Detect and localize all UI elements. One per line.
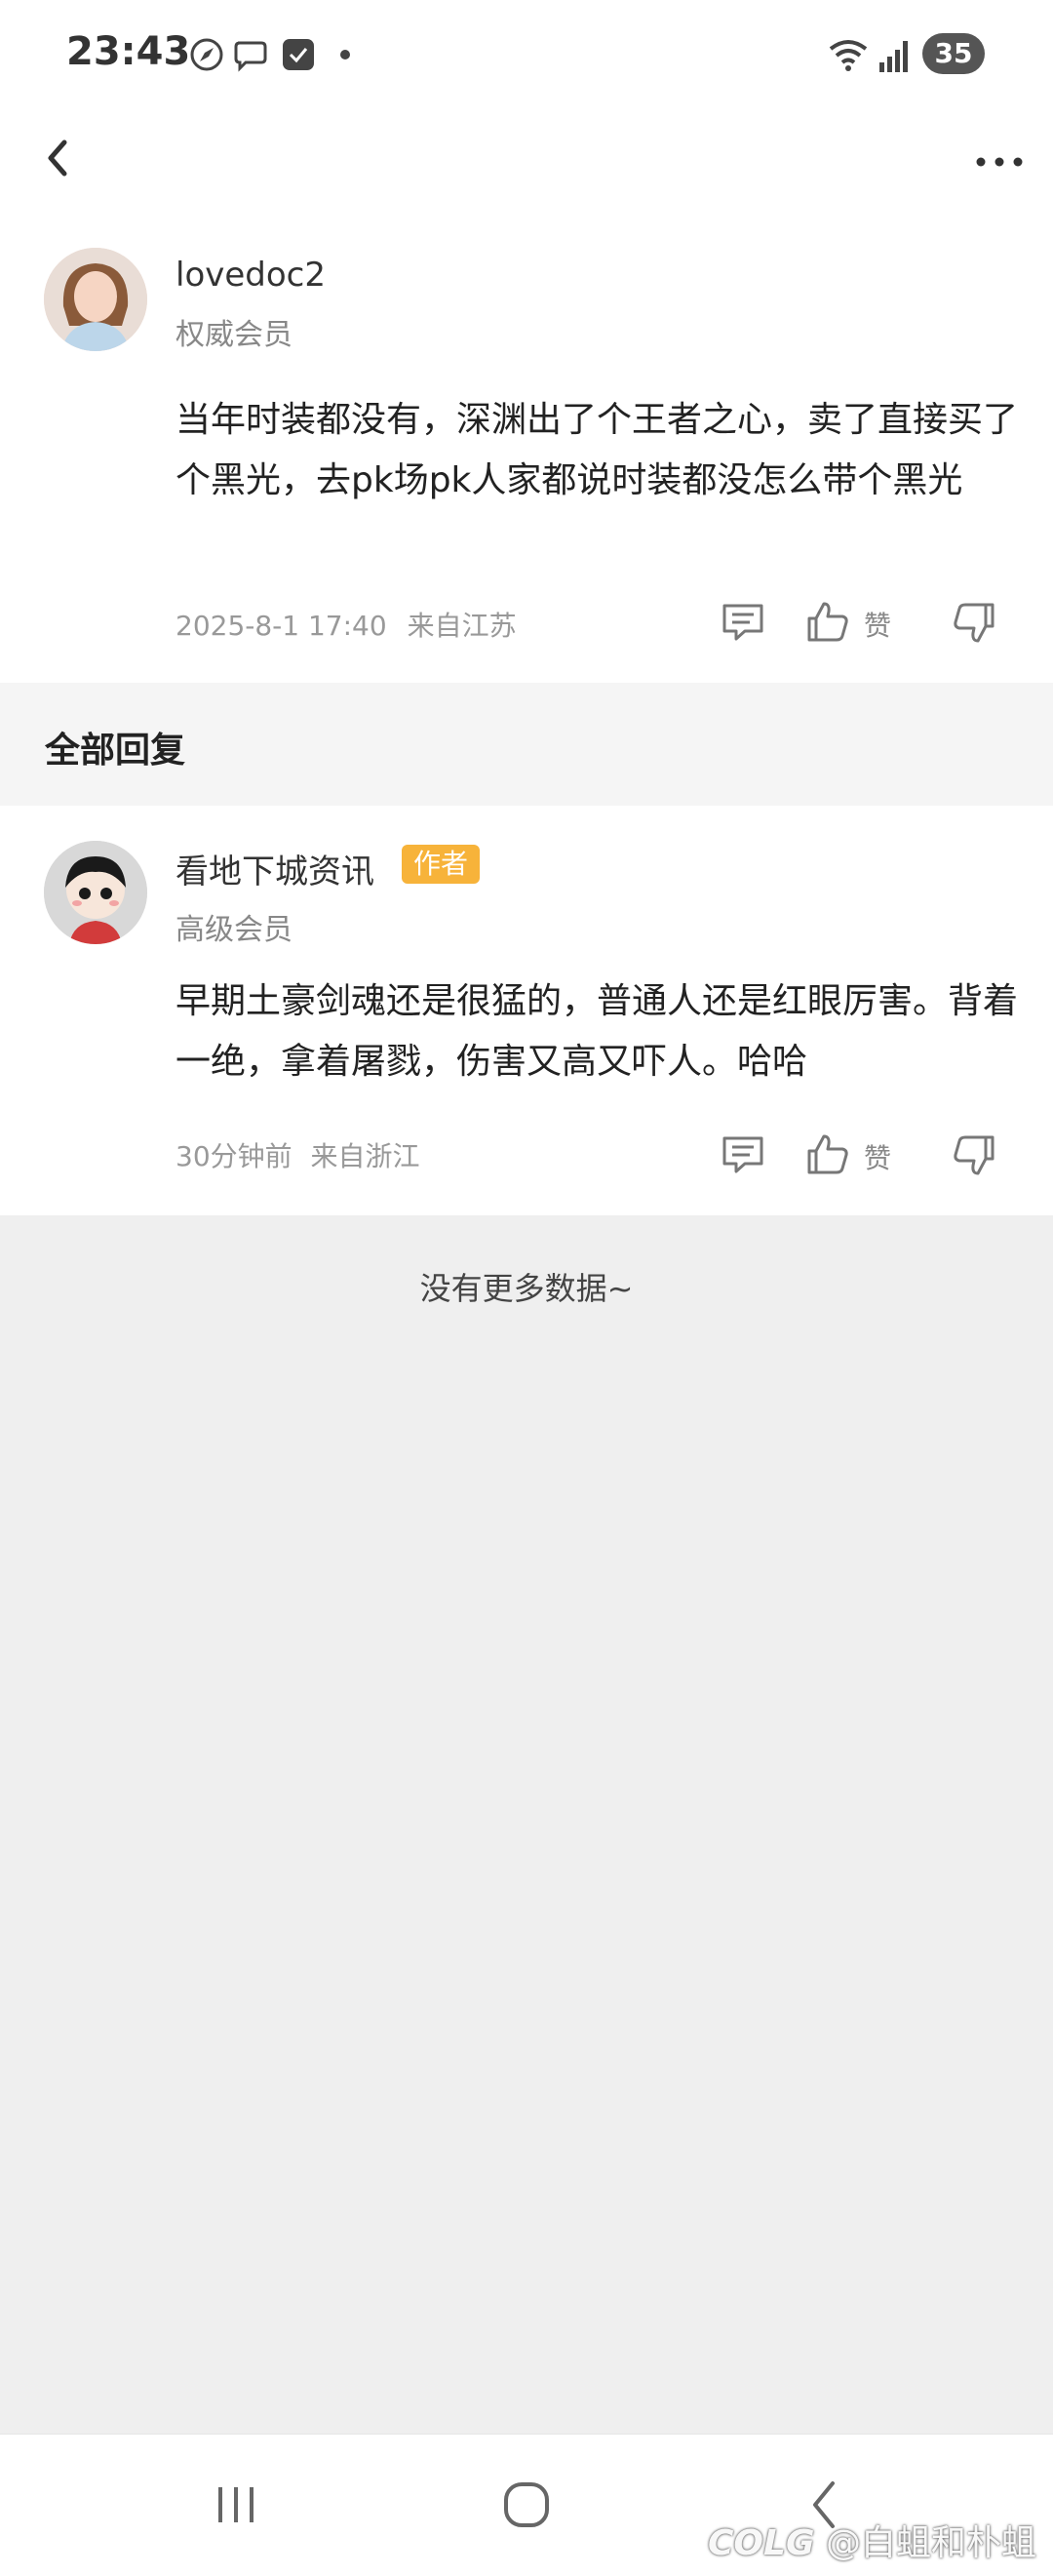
back-arrow-icon[interactable] [29,129,88,187]
thumbs-up-icon[interactable] [805,1131,850,1176]
reply-item: 看地下城资讯 作者 高级会员 早期土豪剑魂还是很猛的，普通人还是红眼厉害。背着一… [0,806,1053,1215]
recent-apps-icon[interactable] [209,2477,263,2532]
wifi-icon [829,40,868,71]
thumbs-up-icon[interactable] [805,599,850,644]
main-post: lovedoc2 权威会员 当年时装都没有，深渊出了个王者之心，卖了直接买了个黑… [0,224,1053,683]
post-date: 2025-8-1 17:40 [176,610,387,642]
watermark-logo: COLG [708,2523,815,2563]
compass-icon [190,38,223,71]
app-check-icon [283,39,314,70]
avatar[interactable] [44,248,147,351]
comment-icon[interactable] [720,601,766,644]
post-content: 当年时装都没有，深渊出了个王者之心，卖了直接买了个黑光，去pk场pk人家都说时装… [176,400,1019,500]
reply-location: 来自浙江 [310,1140,420,1172]
thumbs-down-icon[interactable] [952,601,996,646]
reply-content: 早期土豪剑魂还是很猛的，普通人还是红眼厉害。背着一绝，拿着屠戮，伤害又高又吓人。… [176,981,1019,1082]
chat-bubble-icon [234,41,267,72]
author-badge: 作者 [402,845,481,884]
post-location: 来自江苏 [407,610,517,642]
user-avatar-photo [44,248,147,351]
status-time: 23:43 [66,29,191,74]
cellular-signal-icon [879,41,908,72]
cartoon-avatar-icon [44,841,147,944]
thumbs-down-icon[interactable] [952,1133,996,1178]
status-bar: 23:43 35 [0,0,1053,107]
post-username[interactable]: lovedoc2 [176,256,326,295]
section-title: 全部回复 [45,731,186,771]
replies-section-header: 全部回复 [0,683,1053,806]
comment-icon[interactable] [720,1133,766,1176]
reply-username[interactable]: 看地下城资讯 [176,845,374,892]
reply-time: 30分钟前 [176,1140,292,1172]
reply-user-role: 高级会员 [176,913,292,947]
watermark-handle: @白蛆和朴蛆 [825,2523,1036,2563]
top-nav-bar [0,107,1053,224]
battery-indicator: 35 [922,33,985,74]
reply-meta: 30分钟前 来自浙江 [176,1135,420,1174]
home-icon[interactable] [499,2477,554,2532]
watermark: COLG @白蛆和朴蛆 [708,2515,1036,2565]
more-options-icon[interactable] [965,129,1034,187]
avatar[interactable] [44,841,147,944]
like-label[interactable]: 赞 [864,1137,891,1176]
post-meta: 2025-8-1 17:40 来自江苏 [176,605,517,644]
post-user-role: 权威会员 [176,318,292,352]
no-more-data-label: 没有更多数据~ [419,1270,634,1307]
notification-dot-icon [340,50,350,59]
like-label[interactable]: 赞 [864,605,891,644]
